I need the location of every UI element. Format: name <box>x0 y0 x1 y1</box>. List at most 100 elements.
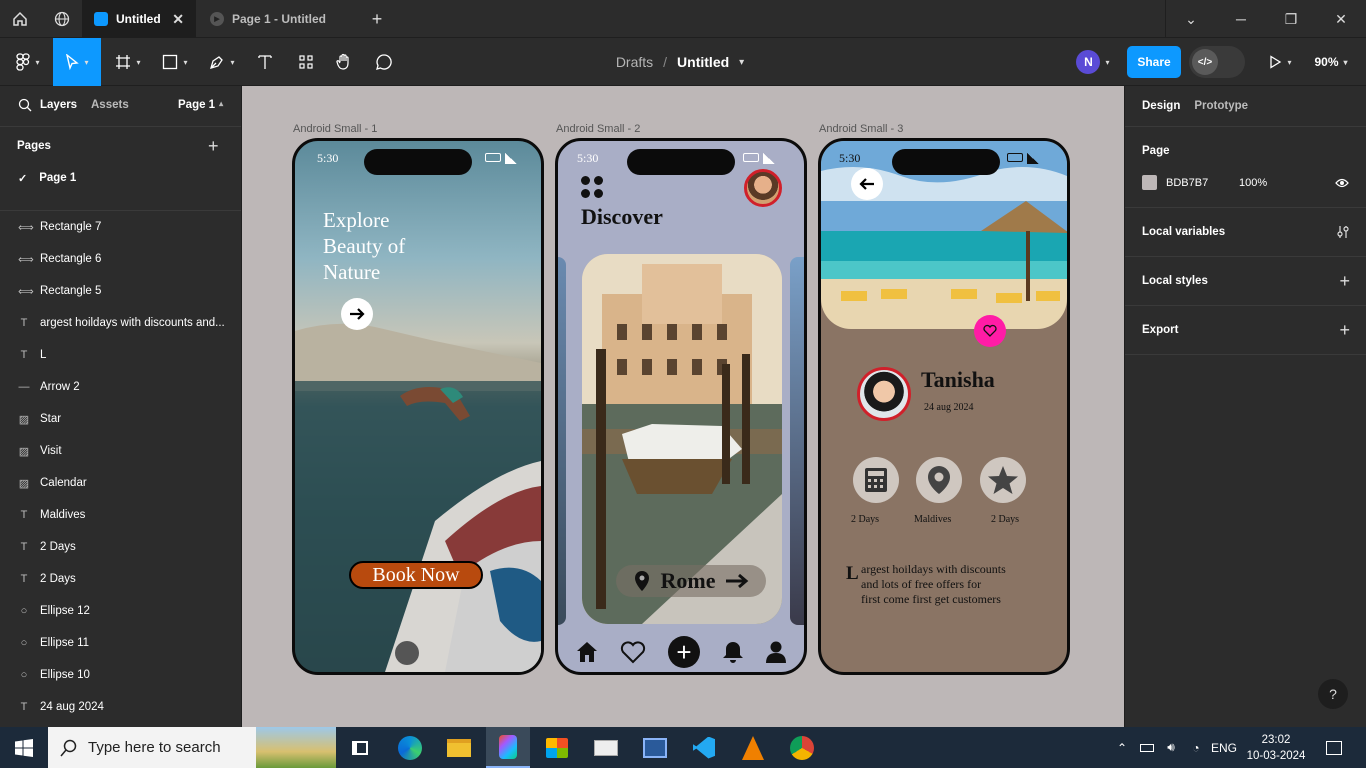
sliders-icon[interactable] <box>1336 225 1350 239</box>
comment-tool[interactable] <box>371 38 397 86</box>
layer-item[interactable]: ⟺ Rectangle 7 <box>0 211 241 243</box>
book-now-button[interactable]: Book Now <box>349 561 483 589</box>
frame-tool[interactable]: ▾ <box>108 38 148 86</box>
bg-opacity[interactable]: 100% <box>1239 177 1267 189</box>
profile-avatar[interactable] <box>857 367 911 421</box>
chevron-down-icon[interactable]: ▾ <box>739 57 744 68</box>
color-swatch[interactable] <box>1142 175 1157 190</box>
layer-item[interactable]: — Arrow 2 <box>0 371 241 403</box>
task-view-button[interactable] <box>338 727 382 768</box>
add-export-button[interactable]: + <box>1339 320 1350 341</box>
search-box[interactable]: Type here to search <box>48 727 336 768</box>
frame-label-2[interactable]: Android Small - 2 <box>556 123 640 135</box>
breadcrumb-drafts[interactable]: Drafts <box>616 54 653 70</box>
canvas[interactable]: Android Small - 1 Android Small - 2 Andr… <box>242 86 1124 727</box>
location-pill[interactable]: Rome <box>616 565 766 597</box>
vlc-app[interactable] <box>731 727 775 768</box>
help-button[interactable]: ? <box>1318 679 1348 709</box>
start-button[interactable] <box>0 727 48 768</box>
tab-prototype[interactable]: Prototype <box>1194 100 1248 112</box>
calendar-stat[interactable] <box>853 457 899 503</box>
frame-label-1[interactable]: Android Small - 1 <box>293 123 377 135</box>
next-button[interactable] <box>341 298 373 330</box>
wifi-tray[interactable]: ◔ <box>1184 727 1208 768</box>
community-button[interactable] <box>42 0 82 38</box>
language-indicator[interactable]: ENG <box>1208 727 1240 768</box>
prev-card[interactable] <box>558 257 566 625</box>
layer-item[interactable]: ○ Ellipse 12 <box>0 595 241 627</box>
layer-item[interactable]: Targest hoildays with discounts and... <box>0 307 241 339</box>
tab-assets[interactable]: Assets <box>91 99 129 111</box>
back-button[interactable] <box>851 168 883 200</box>
frame-android-small-3[interactable]: 5:30 Tanisha 24 aug 2024 2 Days Maldives… <box>818 138 1070 675</box>
layer-item[interactable]: ▨ Star <box>0 403 241 435</box>
vscode-app[interactable] <box>682 727 726 768</box>
frame-android-small-1[interactable]: 5:30 Explore Beauty of Nature Book Now <box>292 138 544 675</box>
layer-item[interactable]: T Maldives <box>0 499 241 531</box>
close-icon[interactable]: ✕ <box>172 11 184 28</box>
new-tab-button[interactable]: + <box>362 0 392 38</box>
battery-tray[interactable] <box>1136 727 1158 768</box>
local-variables-section[interactable]: Local variables <box>1125 208 1366 257</box>
bell-icon[interactable] <box>722 640 744 664</box>
star-stat[interactable] <box>980 457 1026 503</box>
tab-untitled[interactable]: Untitled ✕ <box>82 0 196 38</box>
eye-icon[interactable] <box>1335 177 1349 189</box>
layer-item[interactable]: ⟺ Rectangle 6 <box>0 243 241 275</box>
notifications-button[interactable] <box>1316 727 1352 768</box>
layer-item[interactable]: T 24 aug 2024 <box>0 691 241 723</box>
chevron-down-icon[interactable]: ⌄ <box>1166 0 1216 38</box>
layer-item[interactable]: ▨ Visit <box>0 435 241 467</box>
user-avatar-button[interactable]: N ▾ <box>1068 38 1118 86</box>
local-styles-section[interactable]: Local styles + <box>1125 257 1366 306</box>
menu-icon[interactable] <box>581 176 603 198</box>
shape-tool[interactable]: ▾ <box>155 38 195 86</box>
move-tool[interactable]: ▾ <box>53 38 101 86</box>
store-app[interactable] <box>535 727 579 768</box>
layer-item[interactable]: T 2 Days <box>0 563 241 595</box>
maximize-button[interactable]: ❐ <box>1266 0 1316 38</box>
tab-design[interactable]: Design <box>1142 100 1180 112</box>
avatar[interactable] <box>744 169 782 207</box>
layer-item[interactable]: ▨ Calendar <box>0 467 241 499</box>
home-button[interactable] <box>0 0 40 38</box>
search-icon[interactable] <box>18 98 32 112</box>
layer-item[interactable]: TL <box>0 339 241 371</box>
chrome-app[interactable] <box>780 727 824 768</box>
page-selector[interactable]: Page 1 ▴ <box>178 99 223 111</box>
layer-item[interactable]: T 2 Days <box>0 531 241 563</box>
add-page-button[interactable]: + <box>208 136 219 157</box>
edge-app[interactable] <box>388 727 432 768</box>
figma-app[interactable] <box>486 727 530 768</box>
tab-layers[interactable]: Layers <box>40 99 77 111</box>
text-tool[interactable] <box>252 38 278 86</box>
page-item-page-1[interactable]: ✓ Page 1 <box>18 172 76 185</box>
tab-page-1-untitled[interactable]: ▶ Page 1 - Untitled <box>198 0 358 38</box>
bg-color-hex[interactable]: BDB7B7 <box>1166 177 1208 189</box>
mail-app[interactable] <box>584 727 628 768</box>
layer-item[interactable]: ⟺ Rectangle 5 <box>0 275 241 307</box>
heart-icon[interactable] <box>620 640 646 664</box>
favorite-button[interactable] <box>974 315 1006 347</box>
main-menu-button[interactable]: ▾ <box>8 38 48 86</box>
frame-label-3[interactable]: Android Small - 3 <box>819 123 903 135</box>
layer-item[interactable]: ○ Ellipse 11 <box>0 627 241 659</box>
user-icon[interactable] <box>765 640 787 664</box>
network-app[interactable] <box>633 727 677 768</box>
file-name[interactable]: Untitled <box>677 54 729 70</box>
file-explorer-app[interactable] <box>437 727 481 768</box>
clock[interactable]: 23:02 10-03-2024 <box>1244 727 1308 768</box>
chevron-up-icon[interactable]: ⌃ <box>1110 727 1134 768</box>
add-style-button[interactable]: + <box>1339 271 1350 292</box>
hand-tool[interactable] <box>331 38 357 86</box>
add-icon[interactable]: + <box>667 636 700 668</box>
home-icon[interactable] <box>575 640 599 664</box>
present-button[interactable]: ▾ <box>1262 38 1298 86</box>
components-tool[interactable] <box>293 38 319 86</box>
share-button[interactable]: Share <box>1127 46 1181 78</box>
destination-card[interactable]: Rome <box>582 254 782 624</box>
frame-android-small-2[interactable]: 5:30 Discover Rome + <box>555 138 807 675</box>
zoom-menu[interactable]: 90% ▾ <box>1306 38 1356 86</box>
pen-tool[interactable]: ▾ <box>202 38 242 86</box>
volume-tray[interactable]: 🔊︎ <box>1160 727 1182 768</box>
